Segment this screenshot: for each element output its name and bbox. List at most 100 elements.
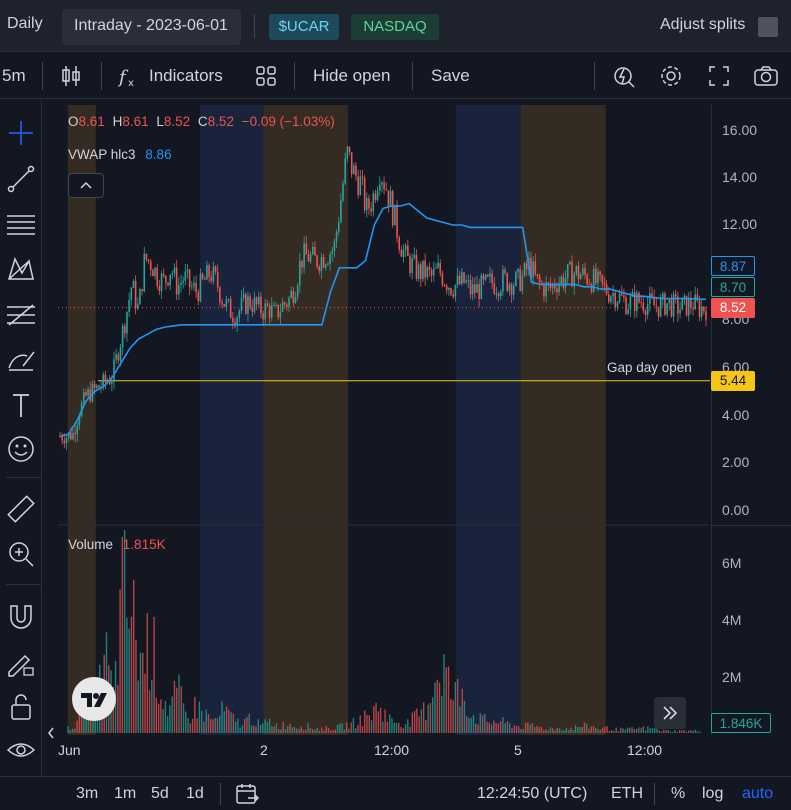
- candle-body: [288, 297, 290, 307]
- range-1m[interactable]: 1m: [114, 785, 136, 803]
- range-1d[interactable]: 1d: [186, 785, 204, 803]
- emoji-icon[interactable]: [5, 433, 37, 465]
- candle-body: [208, 264, 210, 277]
- candle-body: [391, 191, 394, 226]
- volume-bar: [522, 729, 525, 733]
- candle-body: [324, 264, 327, 268]
- volume-bar: [271, 726, 273, 733]
- candle-body: [212, 266, 215, 282]
- volume-bar: [309, 728, 312, 733]
- ticker-badge[interactable]: $UCAR: [269, 14, 339, 40]
- camera-icon[interactable]: [753, 63, 779, 89]
- hide-open-button[interactable]: Hide open: [313, 66, 391, 86]
- ruler-icon[interactable]: [5, 493, 37, 525]
- volume-bar: [253, 725, 255, 733]
- lock-drawing-icon[interactable]: [5, 646, 37, 678]
- time-axis[interactable]: Jun 2 12:00 5 12:00: [58, 735, 710, 765]
- candle-body: [203, 278, 206, 280]
- trend-line-icon[interactable]: [5, 163, 37, 195]
- volume-bar: [307, 723, 309, 733]
- candle-body: [76, 425, 79, 435]
- candle-body: [607, 294, 610, 302]
- candle-body: [461, 272, 463, 284]
- volume-bar: [665, 730, 667, 733]
- volume-bar: [282, 721, 284, 733]
- volume-bar: [248, 713, 250, 733]
- zoom-in-icon[interactable]: [5, 538, 37, 570]
- lightning-replay-icon[interactable]: [611, 63, 637, 89]
- candle-body: [562, 276, 565, 288]
- volume-bar: [588, 728, 590, 733]
- collapse-legend-button[interactable]: [68, 173, 104, 198]
- crosshair-icon[interactable]: [5, 117, 37, 149]
- adjust-splits-checkbox[interactable]: [758, 17, 778, 37]
- clock[interactable]: 12:24:50 (UTC): [477, 785, 587, 803]
- volume-bar: [137, 680, 139, 733]
- candle-body: [452, 294, 455, 297]
- volume-bar: [191, 718, 194, 733]
- unlock-icon[interactable]: [5, 691, 37, 723]
- volume-bar: [667, 730, 669, 733]
- volume-bar: [499, 721, 502, 733]
- candle-body: [355, 165, 357, 177]
- bottombar-divider: [654, 783, 655, 805]
- volume-bar: [302, 729, 305, 733]
- fullscreen-icon[interactable]: [706, 63, 732, 89]
- session-eth[interactable]: ETH: [611, 785, 643, 803]
- volume-bar: [488, 722, 491, 733]
- daily-tab[interactable]: Daily: [7, 15, 43, 33]
- candle-body: [139, 289, 141, 305]
- volume-bar: [198, 701, 201, 733]
- candle-body: [590, 284, 593, 292]
- tradingview-logo[interactable]: [72, 677, 116, 721]
- candle-body: [543, 284, 545, 297]
- auto-scale-toggle[interactable]: auto: [742, 785, 773, 803]
- topbar-divider: [254, 14, 255, 38]
- percent-scale-toggle[interactable]: %: [671, 785, 685, 803]
- volume-bar: [678, 730, 681, 733]
- volume-bar: [151, 680, 153, 733]
- volume-bar: [132, 579, 135, 733]
- date-range-icon[interactable]: [234, 781, 260, 807]
- candle-body: [275, 304, 277, 306]
- timeframe-button[interactable]: 5m: [2, 66, 26, 86]
- vwap-legend[interactable]: VWAP hlc3 8.86: [68, 147, 172, 162]
- exchange-badge[interactable]: NASDAQ: [351, 14, 439, 40]
- candle-body: [672, 294, 675, 317]
- rail-divider: [6, 584, 42, 585]
- price-chart[interactable]: [58, 105, 710, 735]
- volume-bar: [366, 714, 368, 733]
- eye-icon[interactable]: [5, 734, 37, 766]
- magnet-icon[interactable]: [5, 600, 37, 632]
- candle-body: [629, 296, 632, 310]
- intraday-date-selector[interactable]: Intraday - 2023-06-01: [62, 9, 241, 45]
- candle-body: [499, 291, 502, 297]
- volume-legend[interactable]: Volume 1.815K: [68, 537, 166, 552]
- save-button[interactable]: Save: [431, 66, 470, 86]
- horizontal-lines-icon[interactable]: [5, 208, 37, 240]
- scroll-to-realtime-button[interactable]: [654, 697, 686, 729]
- function-icon[interactable]: f x: [116, 63, 142, 89]
- price-axis[interactable]: 16.00 14.00 12.00 8.00 6.00 4.00 2.00 0.…: [711, 105, 791, 735]
- candles-icon[interactable]: [58, 63, 84, 89]
- settings-gear-icon[interactable]: [658, 63, 684, 89]
- collapse-rail-icon[interactable]: [46, 726, 56, 740]
- fib-retracement-icon[interactable]: [5, 299, 37, 331]
- candle-body: [411, 258, 413, 273]
- candle-body: [534, 261, 537, 275]
- range-3m[interactable]: 3m: [76, 785, 98, 803]
- pattern-icon[interactable]: [5, 253, 37, 285]
- candle-body: [201, 273, 204, 279]
- indicators-button[interactable]: Indicators: [149, 66, 223, 86]
- volume-bar: [615, 727, 617, 733]
- candle-body: [210, 276, 213, 282]
- brush-icon[interactable]: [5, 344, 37, 376]
- layout-grid-icon[interactable]: [253, 63, 279, 89]
- candle-body: [359, 176, 362, 196]
- range-5d[interactable]: 5d: [151, 785, 169, 803]
- volume-bar: [456, 678, 459, 733]
- log-scale-toggle[interactable]: log: [702, 785, 723, 803]
- candle-body: [515, 272, 517, 286]
- text-icon[interactable]: [5, 389, 37, 421]
- volume-bar: [502, 717, 504, 733]
